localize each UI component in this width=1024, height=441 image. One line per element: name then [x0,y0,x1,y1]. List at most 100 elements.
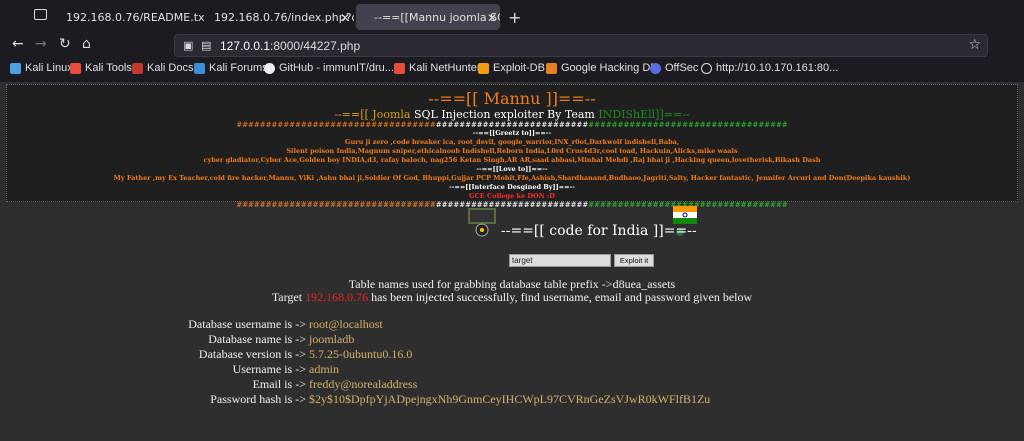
tab-bar: 192.168.0.76/README.txt 192.168.0.76/ind… [0,0,1024,32]
result-label: Database version is -> [198,347,306,361]
bookmarks-bar: Kali Linux Kali Tools Kali Docs Kali For… [0,58,1024,80]
result-row: Username is -> admin [0,362,339,377]
banner-subtitle: --==[[ Joomla SQL Injection exploiter By… [7,108,1017,121]
bookmark-label: http://10.10.170.161:80... [716,62,839,74]
bookmark-label: Google Hacking DB [561,62,658,74]
bookmark-github[interactable]: GitHub - immunIT/dru... [264,62,394,74]
tab-mannu-label: --==[[Mannu joomla SQL [374,10,500,24]
tab-index-close-icon[interactable]: ✕ [340,11,350,25]
url-host: 127.0.0.1 [220,39,271,53]
greetz-heading: --==[[Greetz to]]==-- [472,129,552,137]
team-logo-icon [467,206,497,238]
url-path: :8000/44227.php [270,39,361,53]
greetz-line-3: cyber gladiator,Cyber Ace,Golden boy IND… [203,156,821,164]
target-status-line: Target 192.168.0.76 has been injected su… [0,290,1024,305]
code-for-india-text: --==[[ code for India ]]==-- [501,223,697,239]
target-prefix: Target [271,290,303,304]
bookmark-label: Kali Tools [85,62,132,74]
hash-orange: ################################## [236,201,436,209]
greetz-line-1: Guru ji zero ,code breaker ica, root_dev… [344,138,680,146]
bookmark-label: Kali Linux [25,62,73,74]
nethunter-icon [394,62,405,74]
tab-mannu-close-icon[interactable]: ✕ [487,11,497,25]
home-icon[interactable]: ⌂ [82,36,91,52]
bookmark-exploit-db[interactable]: Exploit-DB [478,62,545,74]
tab-readme[interactable]: 192.168.0.76/README.txt [56,4,204,30]
target-suffix: has been injected successfully, find use… [371,290,753,304]
hash-green: ################################## [588,121,788,129]
address-bar[interactable]: ▣ ▤ 127.0.0.1:8000/44227.php ☆ [174,34,988,57]
tab-overview-icon[interactable] [34,9,47,20]
kali-tools-icon [70,62,81,74]
page-info-icon[interactable]: ▣ [183,39,193,52]
bookmark-label: GitHub - immunIT/dru... [279,62,394,74]
result-label: Database username is -> [188,317,306,331]
url-text[interactable]: 127.0.0.1:8000/44227.php [220,39,360,53]
kali-docs-icon [132,62,143,74]
result-row: Database username is -> root@localhost [0,317,383,332]
bookmark-offsec[interactable]: OffSec [650,62,698,74]
bookmark-star-icon[interactable]: ☆ [968,37,981,53]
bookmark-label: OffSec [665,62,699,74]
github-icon [264,62,275,74]
hash-white: ########################## [435,201,589,209]
kali-forums-icon [194,62,205,74]
target-input[interactable] [509,254,611,267]
result-value: joomladb [309,332,355,346]
reload-icon[interactable]: ↻ [59,36,71,52]
banner-sub-team: INDIShEll]]==-- [598,108,690,121]
target-ip: 192.168.0.76 [305,290,369,304]
hash-divider-bottom: ########################################… [7,201,1017,209]
interface-heading: --==[[Interface Desgined By]]==-- [449,183,575,191]
love-heading: --==[[Love to]]==-- [476,165,548,173]
hash-white: ########################## [435,121,589,129]
back-arrow-icon[interactable]: ← [12,36,24,52]
bookmark-kali-linux[interactable]: Kali Linux [10,62,73,74]
result-row: Email is -> freddy@norealaddress [0,377,418,392]
bookmark-kali-forums[interactable]: Kali Forums [194,62,268,74]
bookmark-http-10-10-170-161[interactable]: http://10.10.170.161:80... [701,62,838,74]
tab-index[interactable]: 192.168.0.76/index.php?optic [204,4,354,30]
bookmark-kali-nethunter[interactable]: Kali NetHunter [394,62,481,74]
result-row: Database version is -> 5.7.25-0ubuntu0.1… [0,347,412,362]
exploit-banner: --==[[ Mannu ]]==-- --==[[ Joomla SQL In… [6,84,1018,209]
tab-readme-label: 192.168.0.76/README.txt [66,10,204,24]
tab-mannu[interactable]: --==[[Mannu joomla SQL [356,4,500,30]
result-label: Email is -> [252,377,306,391]
bookmark-label: Kali NetHunter [409,62,481,74]
new-tab-plus-icon[interactable]: + [508,8,521,27]
result-value: $2y$10$DpfpYjADpejngxNh9GnmCeyIHCWpL97CV… [309,392,711,406]
bookmark-kali-docs[interactable]: Kali Docs [132,62,193,74]
ghdb-icon [546,62,557,74]
result-label: Password hash is -> [210,392,306,406]
exploit-db-icon [478,62,489,74]
result-value: admin [309,362,339,376]
globe-icon [701,62,712,74]
result-value: root@localhost [309,317,383,331]
exploit-button[interactable]: Exploit it [614,254,654,267]
result-label: Database name is -> [208,332,306,346]
interface-line: GCE College ke DON :D [469,192,555,200]
offsec-icon [650,62,661,74]
page-lock-icon[interactable]: ▤ [201,39,211,52]
forward-arrow-icon[interactable]: → [35,36,47,52]
browser-chrome: 192.168.0.76/README.txt 192.168.0.76/ind… [0,0,1024,82]
bookmark-kali-tools[interactable]: Kali Tools [70,62,132,74]
bookmark-google-hacking-db[interactable]: Google Hacking DB [546,62,658,74]
result-value: 5.7.25-0ubuntu0.16.0 [309,347,413,361]
banner-title: --==[[ Mannu ]]==-- [428,89,596,108]
banner-sub-pre: --==[[ Joomla [334,108,411,121]
result-row: Password hash is -> $2y$10$DpfpYjADpejng… [0,392,710,407]
page-content: --==[[ Mannu ]]==-- --==[[ Joomla SQL In… [0,82,1024,441]
result-label: Username is -> [232,362,306,376]
result-value: freddy@norealaddress [309,377,418,391]
nav-bar: ← → ↻ ⌂ ▣ ▤ 127.0.0.1:8000/44227.php ☆ [0,32,1024,58]
hash-orange: ################################## [236,121,436,129]
tab-index-label: 192.168.0.76/index.php?optic [214,10,354,24]
greetz-line-2: Silent poison India,Magnum sniper,ethica… [286,147,738,155]
bookmark-label: Kali Docs [147,62,194,74]
banner-sub-mid: SQL Injection exploiter By Team [413,108,595,121]
hash-divider-top: ########################################… [7,121,1017,129]
kali-dragon-icon [10,62,21,74]
bookmark-label: Exploit-DB [493,62,545,74]
